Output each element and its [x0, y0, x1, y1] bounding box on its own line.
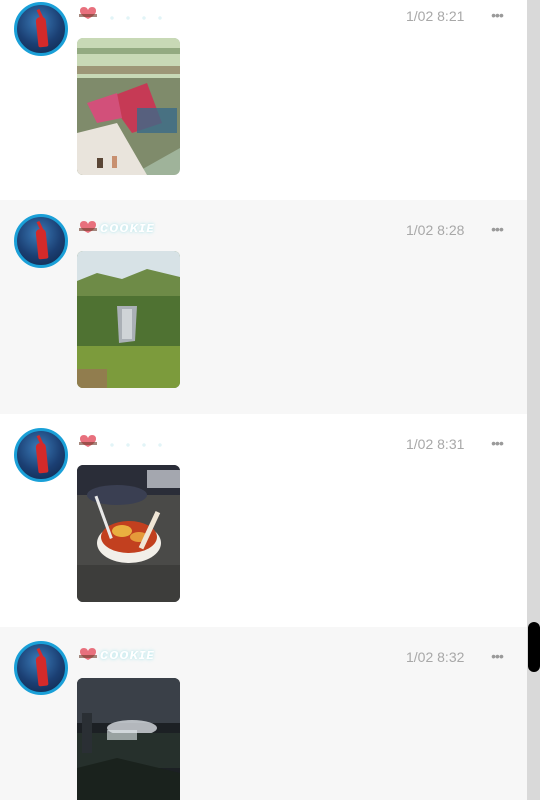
post-photo[interactable]	[77, 38, 180, 175]
post-photo[interactable]	[77, 465, 180, 602]
more-dots-icon[interactable]: •••	[488, 222, 506, 236]
nickname-sticker	[104, 14, 164, 22]
nickname: ᴄᴏᴏᴋɪᴇ	[100, 646, 155, 663]
scrollbar-thumb[interactable]	[528, 622, 540, 672]
moments-feed: 1/02 8:21 ••• ᴄᴏᴏᴋɪᴇ 1/02 8:28 ••• 1/02 …	[0, 0, 527, 800]
post-photo[interactable]	[77, 251, 180, 388]
more-dots-icon[interactable]: •••	[488, 649, 506, 663]
post-item: ᴄᴏᴏᴋɪᴇ 1/02 8:28 •••	[0, 200, 527, 414]
heart-badge-icon	[79, 221, 97, 233]
heart-badge-icon	[79, 7, 97, 19]
nickname: ᴄᴏᴏᴋɪᴇ	[100, 219, 155, 236]
heart-badge-icon	[79, 435, 97, 447]
avatar[interactable]	[14, 641, 68, 695]
post-item: ᴄᴏᴏᴋɪᴇ 1/02 8:32 •••	[0, 627, 527, 800]
nickname-sticker	[104, 441, 164, 449]
more-dots-icon[interactable]: •••	[488, 8, 506, 22]
post-time: 1/02 8:21	[406, 8, 465, 24]
post-time: 1/02 8:31	[406, 436, 465, 452]
avatar[interactable]	[14, 428, 68, 482]
more-dots-icon[interactable]: •••	[488, 436, 506, 450]
post-item: 1/02 8:31 •••	[0, 414, 527, 627]
post-time: 1/02 8:28	[406, 222, 465, 238]
scrollbar[interactable]	[527, 0, 540, 800]
post-item: 1/02 8:21 •••	[0, 0, 527, 200]
avatar[interactable]	[14, 2, 68, 56]
heart-badge-icon	[79, 648, 97, 660]
post-photo[interactable]	[77, 678, 180, 800]
avatar[interactable]	[14, 214, 68, 268]
post-time: 1/02 8:32	[406, 649, 465, 665]
